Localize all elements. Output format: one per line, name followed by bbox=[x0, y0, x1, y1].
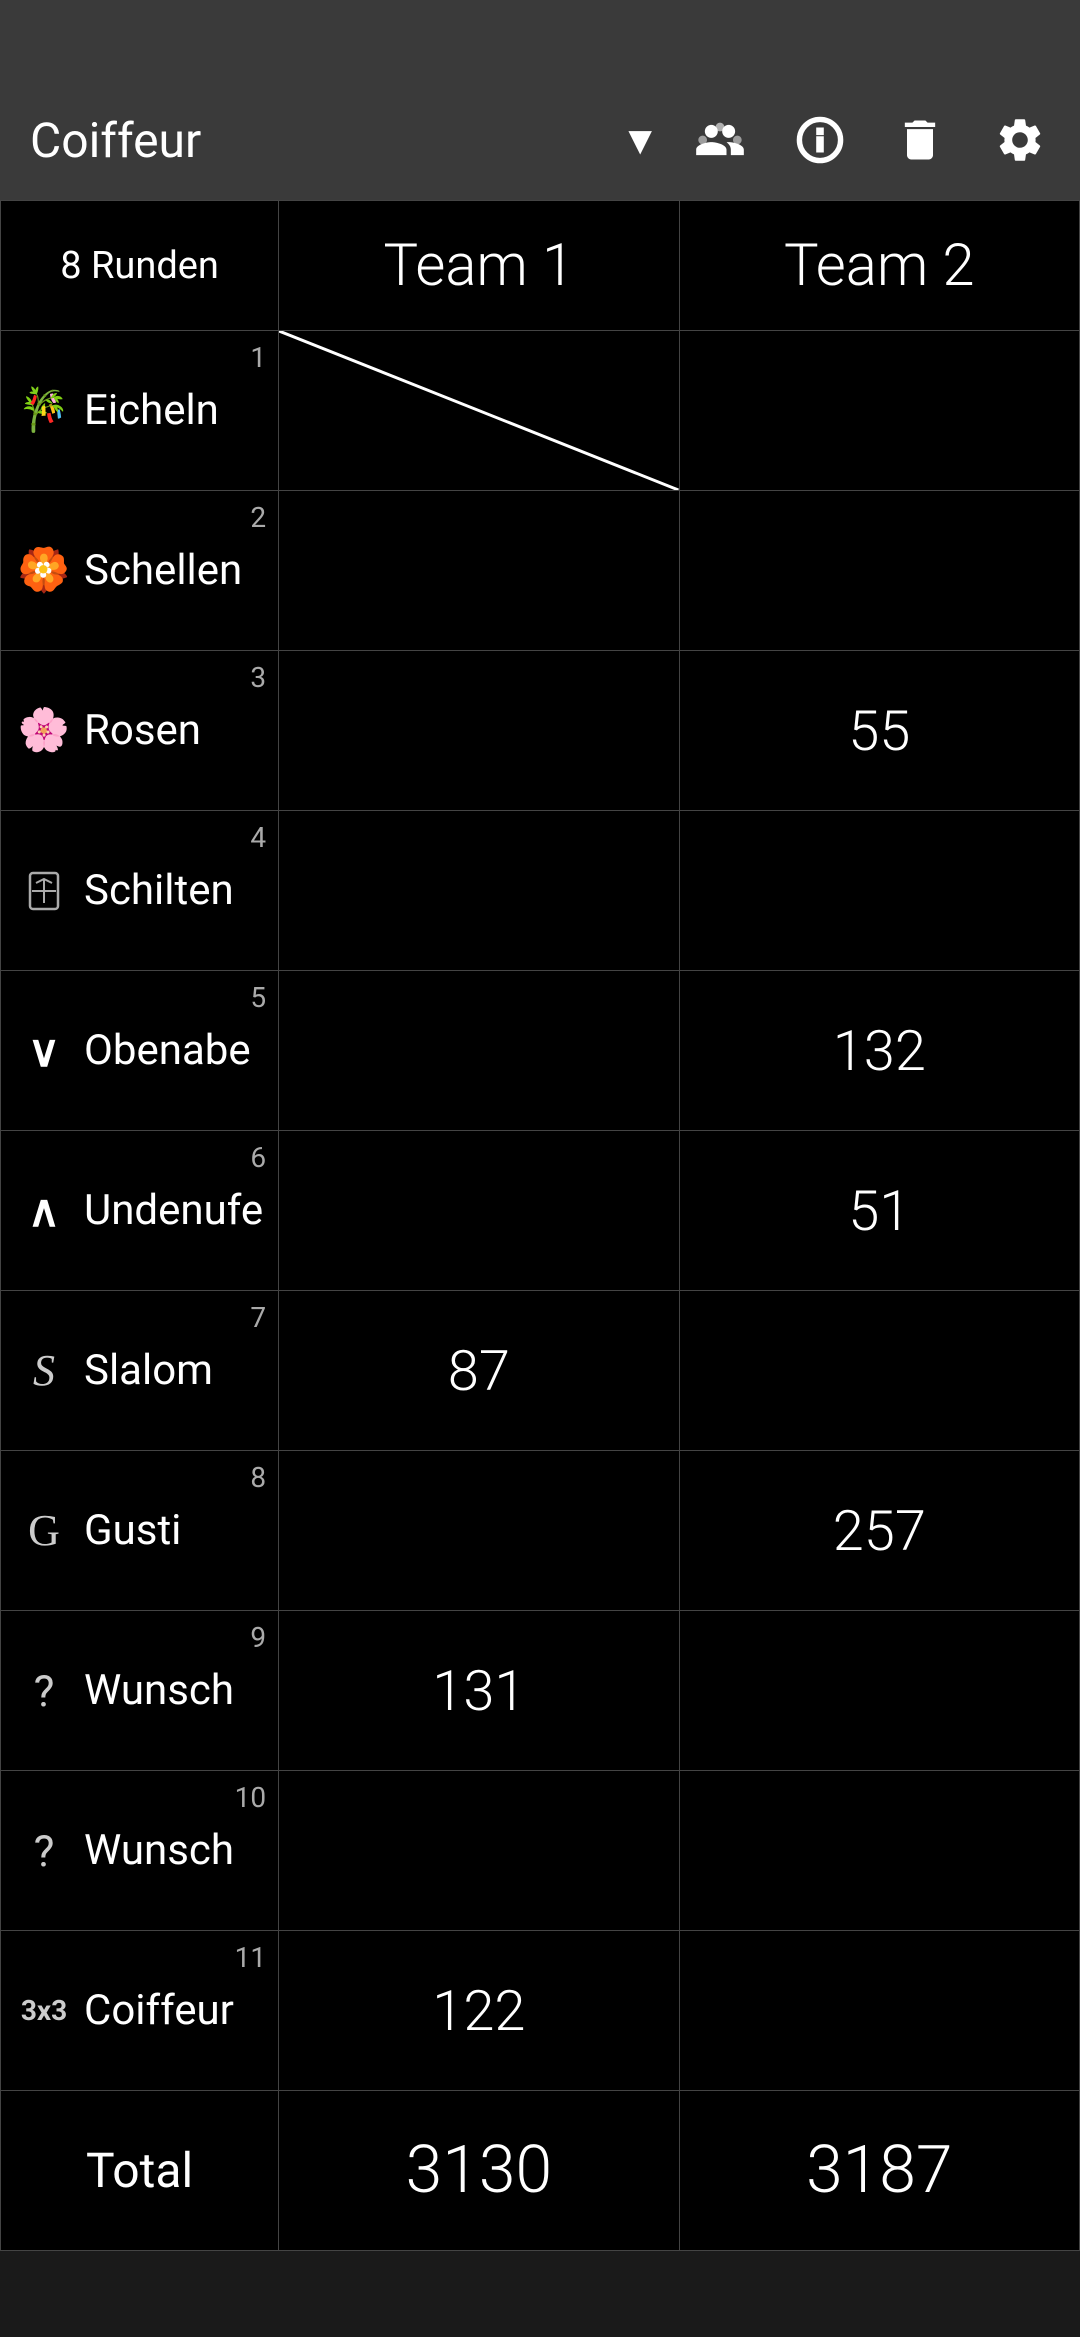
slalom-icon: S bbox=[16, 1343, 72, 1399]
schellen-icon: 🏵️ bbox=[16, 543, 72, 599]
status-bar bbox=[0, 0, 1080, 80]
coiffeur-label: 11 3x3 Coiffeur bbox=[1, 1931, 279, 2091]
undenufe-team1-cell[interactable] bbox=[279, 1131, 679, 1291]
schilten-icon bbox=[16, 863, 72, 919]
schellen-team2-cell[interactable] bbox=[679, 491, 1079, 651]
delete-button[interactable] bbox=[890, 110, 950, 170]
gusti-icon: G bbox=[16, 1503, 72, 1559]
slalom-team1-cell[interactable]: 87 bbox=[279, 1291, 679, 1451]
wunsch2-team2-cell[interactable] bbox=[679, 1771, 1079, 1931]
slalom-team2-cell[interactable] bbox=[679, 1291, 1079, 1451]
wunsch2-label: 10 ? Wunsch bbox=[1, 1771, 279, 1931]
table-row: 7 S Slalom 87 bbox=[1, 1291, 1080, 1451]
gusti-team1-cell[interactable] bbox=[279, 1451, 679, 1611]
game-table: 8 Runden Team 1 Team 2 1 🎋 Eicheln 2 🏵️ … bbox=[0, 200, 1080, 2251]
schilten-label: 4 Schilten bbox=[1, 811, 279, 971]
gusti-team2-cell[interactable]: 257 bbox=[679, 1451, 1079, 1611]
total-label: Total bbox=[1, 2091, 279, 2251]
wunsch1-icon: ? bbox=[16, 1663, 72, 1719]
table-row: 9 ? Wunsch 131 bbox=[1, 1611, 1080, 1771]
team1-header[interactable]: Team 1 bbox=[279, 201, 679, 331]
header-row: 8 Runden Team 1 Team 2 bbox=[1, 201, 1080, 331]
total-team1[interactable]: 3130 bbox=[279, 2091, 679, 2251]
schellen-label: 2 🏵️ Schellen bbox=[1, 491, 279, 651]
undenufe-label: 6 ∧ Undenufe bbox=[1, 1131, 279, 1291]
undenufe-team2-cell[interactable]: 51 bbox=[679, 1131, 1079, 1291]
table-row: 10 ? Wunsch bbox=[1, 1771, 1080, 1931]
schilten-team2-cell[interactable] bbox=[679, 811, 1079, 971]
rosen-team2-cell[interactable]: 55 bbox=[679, 651, 1079, 811]
rosen-icon: 🌸 bbox=[16, 703, 72, 759]
total-row: Total 3130 3187 bbox=[1, 2091, 1080, 2251]
obenabe-icon: ∨ bbox=[16, 1023, 72, 1079]
rosen-team1-cell[interactable] bbox=[279, 651, 679, 811]
table-row: 2 🏵️ Schellen bbox=[1, 491, 1080, 651]
players-button[interactable] bbox=[690, 110, 750, 170]
eicheln-label: 1 🎋 Eicheln bbox=[1, 331, 279, 491]
undenufe-icon: ∧ bbox=[16, 1183, 72, 1239]
team2-header[interactable]: Team 2 bbox=[679, 201, 1079, 331]
gusti-label: 8 G Gusti bbox=[1, 1451, 279, 1611]
info-button[interactable] bbox=[790, 110, 850, 170]
toolbar-icons bbox=[690, 110, 1050, 170]
obenabe-label: 5 ∨ Obenabe bbox=[1, 971, 279, 1131]
eicheln-team1-cell[interactable] bbox=[279, 331, 679, 491]
table-row: 8 G Gusti 257 bbox=[1, 1451, 1080, 1611]
total-team2[interactable]: 3187 bbox=[679, 2091, 1079, 2251]
schellen-team1-cell[interactable] bbox=[279, 491, 679, 651]
dropdown-icon[interactable]: ▼ bbox=[620, 117, 660, 164]
table-row: 6 ∧ Undenufe 51 bbox=[1, 1131, 1080, 1291]
table-row: 11 3x3 Coiffeur 122 bbox=[1, 1931, 1080, 2091]
wunsch2-icon: ? bbox=[16, 1823, 72, 1879]
slalom-label: 7 S Slalom bbox=[1, 1291, 279, 1451]
coiffeur-team1-cell[interactable]: 122 bbox=[279, 1931, 679, 2091]
schilten-team1-cell[interactable] bbox=[279, 811, 679, 971]
rounds-header: 8 Runden bbox=[1, 201, 279, 331]
wunsch1-label: 9 ? Wunsch bbox=[1, 1611, 279, 1771]
obenabe-team2-cell[interactable]: 132 bbox=[679, 971, 1079, 1131]
settings-button[interactable] bbox=[990, 110, 1050, 170]
coiffeur-team2-cell[interactable] bbox=[679, 1931, 1079, 2091]
table-row: 1 🎋 Eicheln bbox=[1, 331, 1080, 491]
table-row: 4 Schilten bbox=[1, 811, 1080, 971]
eicheln-icon: 🎋 bbox=[16, 383, 72, 439]
wunsch2-team1-cell[interactable] bbox=[279, 1771, 679, 1931]
wunsch1-team1-cell[interactable]: 131 bbox=[279, 1611, 679, 1771]
table-row: 5 ∨ Obenabe 132 bbox=[1, 971, 1080, 1131]
wunsch1-team2-cell[interactable] bbox=[679, 1611, 1079, 1771]
app-title: Coiffeur bbox=[30, 112, 590, 169]
eicheln-team2-cell[interactable] bbox=[679, 331, 1079, 491]
coiffeur-icon: 3x3 bbox=[16, 1983, 72, 2039]
obenabe-team1-cell[interactable] bbox=[279, 971, 679, 1131]
toolbar: Coiffeur ▼ bbox=[0, 80, 1080, 200]
table-row: 3 🌸 Rosen 55 bbox=[1, 651, 1080, 811]
rosen-label: 3 🌸 Rosen bbox=[1, 651, 279, 811]
